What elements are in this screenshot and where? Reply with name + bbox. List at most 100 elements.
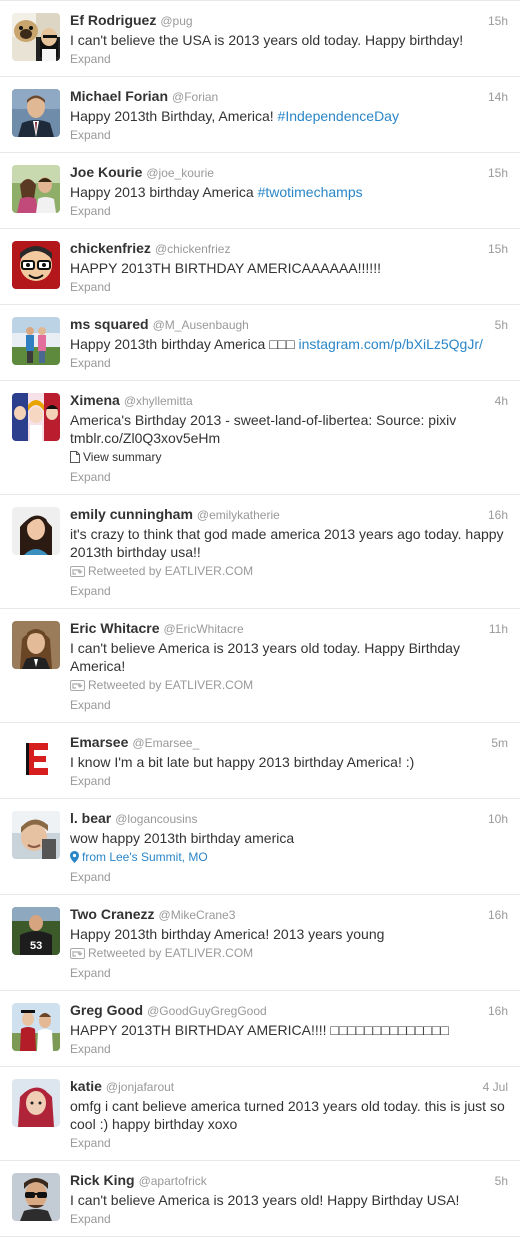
tweet-timestamp[interactable]: 16h [488, 1003, 508, 1019]
avatar[interactable] [12, 1003, 60, 1051]
svg-text:53: 53 [30, 940, 42, 952]
tweet-timestamp[interactable]: 5h [495, 317, 508, 333]
tweet-text: Happy 2013 birthday America #twotimecham… [70, 183, 508, 201]
expand-link[interactable]: Expand [70, 773, 508, 789]
expand-link[interactable]: Expand [70, 697, 508, 713]
expand-link[interactable]: Expand [70, 1135, 508, 1151]
tweet-link[interactable]: #IndependenceDay [278, 108, 399, 124]
author-name[interactable]: Rick King [70, 1172, 135, 1188]
author-handle[interactable]: @pug [160, 14, 192, 28]
expand-link[interactable]: Expand [70, 51, 508, 67]
retweeter-name[interactable]: EATLIVER.COM [165, 564, 253, 578]
tweet-text: HAPPY 2013TH BIRTHDAY AMERICAAAAAA!!!!!! [70, 259, 508, 277]
author-handle[interactable]: @jonjafarout [106, 1080, 174, 1094]
tweet-location[interactable]: from Lee's Summit, MO [70, 849, 508, 867]
tweet-timestamp[interactable]: 16h [488, 907, 508, 923]
author-handle[interactable]: @MikeCrane3 [159, 908, 236, 922]
tweet-item[interactable]: Michael Forian @Forian 14h Happy 2013th Bir… [0, 77, 520, 153]
author-handle[interactable]: @logancousins [115, 812, 197, 826]
author-name[interactable]: katie [70, 1078, 102, 1094]
tweet-item[interactable]: l. bear @logancousins 10h wow happy 2013th … [0, 799, 520, 895]
avatar[interactable] [12, 1173, 60, 1221]
tweet-text-segment: it's crazy to think that god made americ… [70, 526, 504, 560]
expand-link[interactable]: Expand [70, 1041, 508, 1057]
author-handle[interactable]: @M_Ausenbaugh [153, 318, 249, 332]
avatar[interactable] [12, 735, 60, 783]
avatar[interactable] [12, 89, 60, 137]
avatar[interactable] [12, 317, 60, 365]
avatar[interactable]: 53 [12, 907, 60, 955]
author-handle[interactable]: @EricWhitacre [163, 622, 243, 636]
expand-link[interactable]: Expand [70, 1211, 508, 1227]
tweet-item[interactable]: chickenfriez @chickenfriez 15h HAPPY 2013TH… [0, 229, 520, 305]
author-handle[interactable]: @xhyllemitta [124, 394, 193, 408]
tweet-item[interactable]: ms squared @M_Ausenbaugh 5h Happy 2013th bi… [0, 305, 520, 381]
tweet-text-segment: Happy 2013th birthday America □□□ [70, 336, 299, 352]
view-summary-link[interactable]: View summary [70, 449, 508, 467]
tweet-item[interactable]: Ef Rodriguez @pug 15h I can't believe the U… [0, 0, 520, 77]
expand-link[interactable]: Expand [70, 965, 508, 981]
author-name[interactable]: emily cunningham [70, 506, 193, 522]
author-handle[interactable]: @GoodGuyGregGood [147, 1004, 267, 1018]
avatar[interactable] [12, 165, 60, 213]
tweet-item[interactable]: Emarsee @Emarsee_ 5m I know I'm a bit late … [0, 723, 520, 799]
expand-link[interactable]: Expand [70, 469, 508, 485]
author-name[interactable]: chickenfriez [70, 240, 151, 256]
author-handle[interactable]: @Emarsee_ [132, 736, 199, 750]
tweet-timestamp[interactable]: 15h [488, 165, 508, 181]
avatar[interactable] [12, 621, 60, 669]
tweet-timestamp[interactable]: 11h [489, 621, 508, 637]
expand-link[interactable]: Expand [70, 869, 508, 885]
author-name[interactable]: ms squared [70, 316, 149, 332]
tweet-timestamp[interactable]: 10h [488, 811, 508, 827]
author-name[interactable]: Two Cranezz [70, 906, 155, 922]
location-label[interactable]: from Lee's Summit, MO [82, 850, 208, 864]
tweet-item[interactable]: Rick King @apartofrick 5h I can't believe A… [0, 1161, 520, 1237]
expand-link[interactable]: Expand [70, 203, 508, 219]
author-name[interactable]: Ef Rodriguez [70, 12, 156, 28]
tweet-timestamp[interactable]: 14h [488, 89, 508, 105]
tweet-timestamp[interactable]: 4h [495, 393, 508, 409]
tweet-item[interactable]: emily cunningham @emilykatherie 16h it's cr… [0, 495, 520, 609]
author-handle[interactable]: @joe_kourie [146, 166, 214, 180]
tweet-timestamp[interactable]: 15h [488, 13, 508, 29]
author-name[interactable]: Greg Good [70, 1002, 143, 1018]
author-name[interactable]: l. bear [70, 810, 111, 826]
tweet-item[interactable]: 53 Two Cranezz @MikeCrane3 16h Happy 2013th … [0, 895, 520, 991]
retweeter-name[interactable]: EATLIVER.COM [165, 946, 253, 960]
tweet-item[interactable]: Greg Good @GoodGuyGregGood 16h HAPPY 2013TH… [0, 991, 520, 1067]
tweet-timestamp[interactable]: 15h [488, 241, 508, 257]
author-name[interactable]: Emarsee [70, 734, 128, 750]
view-summary-label[interactable]: View summary [83, 450, 161, 464]
avatar[interactable] [12, 811, 60, 859]
author-handle[interactable]: @emilykatherie [197, 508, 280, 522]
tweet-timestamp[interactable]: 4 Jul [483, 1079, 508, 1095]
tweet-timestamp[interactable]: 16h [488, 507, 508, 523]
avatar[interactable] [12, 1079, 60, 1127]
expand-link[interactable]: Expand [70, 127, 508, 143]
author-name[interactable]: Michael Forian [70, 88, 168, 104]
author-handle[interactable]: @apartofrick [139, 1174, 207, 1188]
tweet-timestamp[interactable]: 5h [495, 1173, 508, 1189]
tweet-item[interactable]: Eric Whitacre @EricWhitacre 11h I can't bel… [0, 609, 520, 723]
author-handle[interactable]: @Forian [172, 90, 218, 104]
author-name[interactable]: Joe Kourie [70, 164, 142, 180]
tweet-link[interactable]: instagram.com/p/bXiLz5QgJr/ [298, 336, 482, 352]
avatar[interactable] [12, 13, 60, 61]
avatar[interactable] [12, 241, 60, 289]
tweet-item[interactable]: Ximena @xhyllemitta 4h America's Birthday 2… [0, 381, 520, 495]
retweeter-name[interactable]: EATLIVER.COM [165, 678, 253, 692]
author-name[interactable]: Eric Whitacre [70, 620, 159, 636]
expand-link[interactable]: Expand [70, 583, 508, 599]
author-name[interactable]: Ximena [70, 392, 120, 408]
tweet-item[interactable]: Joe Kourie @joe_kourie 15h Happy 2013 birth… [0, 153, 520, 229]
expand-link[interactable]: Expand [70, 279, 508, 295]
retweet-context: Retweeted by EATLIVER.COM [70, 563, 508, 581]
tweet-timestamp[interactable]: 5m [491, 735, 508, 751]
tweet-item[interactable]: katie @jonjafarout 4 Jul omfg i cant believ… [0, 1067, 520, 1161]
avatar[interactable] [12, 507, 60, 555]
tweet-link[interactable]: #twotimechamps [258, 184, 363, 200]
expand-link[interactable]: Expand [70, 355, 508, 371]
author-handle[interactable]: @chickenfriez [155, 242, 231, 256]
avatar[interactable] [12, 393, 60, 441]
